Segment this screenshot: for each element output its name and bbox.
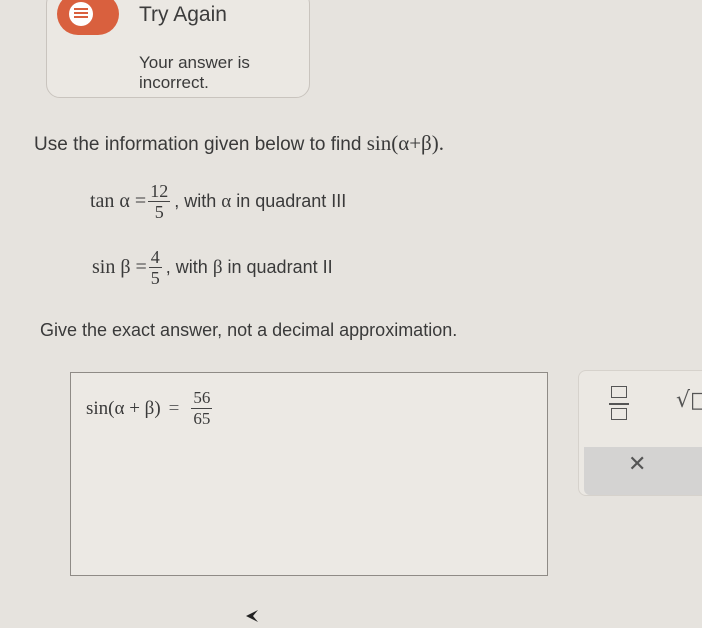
answer-lhs: sin(α + β) xyxy=(86,397,161,419)
condition-suffix: in quadrant III xyxy=(236,190,347,211)
feedback-status-icon xyxy=(57,0,119,35)
answer-numerator[interactable]: 56 xyxy=(191,388,212,408)
square-root-icon[interactable]: √□ xyxy=(676,388,702,413)
given-sin-beta: sin β = 4 5 , with β in quadrant II xyxy=(92,247,333,288)
instruction-text: Use the information given below to find xyxy=(34,134,362,155)
fraction-denominator: 5 xyxy=(150,268,160,288)
fraction-denominator: 5 xyxy=(154,202,164,222)
feedback-title: Try Again xyxy=(139,3,227,26)
fraction-numerator: 4 xyxy=(150,247,160,267)
given-condition: , with β in quadrant II xyxy=(166,257,333,279)
mouse-cursor-icon xyxy=(246,610,258,622)
condition-prefix: , with xyxy=(165,256,208,277)
given-tan-alpha: tan α = 12 5 , with α in quadrant III xyxy=(90,181,346,222)
close-icon[interactable]: ✕ xyxy=(628,452,646,477)
fraction-icon[interactable] xyxy=(608,384,632,424)
answer-equals: = xyxy=(168,397,180,419)
condition-prefix: , with xyxy=(174,190,217,211)
feedback-message: Your answer is incorrect. xyxy=(139,53,250,92)
instruction-math: sin(α+β). xyxy=(366,131,444,155)
condition-suffix: in quadrant II xyxy=(227,256,333,277)
answer-fraction[interactable]: 56 65 xyxy=(191,388,213,429)
given-condition: , with α in quadrant III xyxy=(174,191,346,213)
answer-expression[interactable]: sin(α + β) = 56 65 xyxy=(86,388,214,429)
given-fraction: 4 5 xyxy=(148,247,162,288)
fraction-numerator: 12 xyxy=(150,181,169,201)
condition-symbol: β xyxy=(212,256,223,278)
feedback-card: Try Again Your answer is incorrect. xyxy=(46,0,310,98)
problem-instruction: Use the information given below to find … xyxy=(34,131,444,156)
given-lhs: tan α = xyxy=(90,190,147,212)
given-fraction: 12 5 xyxy=(148,181,171,222)
answer-denominator[interactable]: 65 xyxy=(191,409,212,429)
exact-answer-note: Give the exact answer, not a decimal app… xyxy=(40,320,458,340)
given-lhs: sin β = xyxy=(92,256,147,278)
condition-symbol: α xyxy=(221,190,232,212)
